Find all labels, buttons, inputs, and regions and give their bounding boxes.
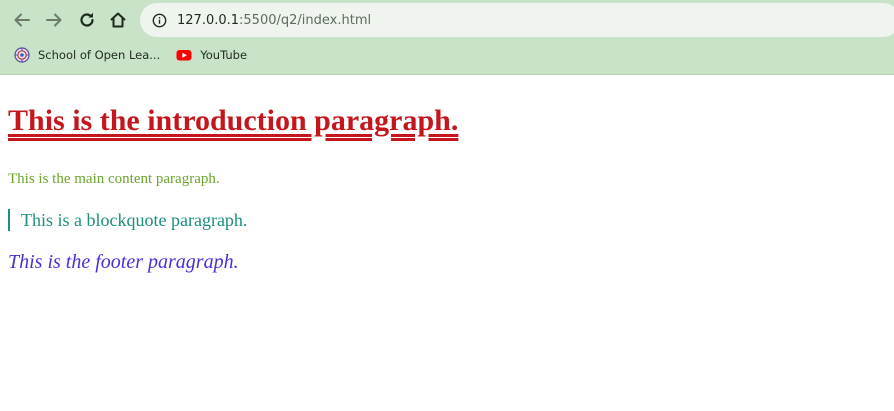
bookmark-school-of-open-learning[interactable]: School of Open Lea... [8, 44, 166, 66]
browser-toolbar: 127.0.0.1:5500/q2/index.html School of O… [0, 0, 894, 75]
school-logo-icon [14, 47, 30, 63]
home-button[interactable] [106, 8, 130, 32]
arrow-left-icon [14, 13, 30, 27]
bookmark-youtube[interactable]: YouTube [170, 44, 253, 66]
url-text[interactable]: 127.0.0.1:5500/q2/index.html [177, 13, 371, 28]
reload-button[interactable] [75, 8, 99, 32]
youtube-icon [176, 47, 192, 63]
info-icon[interactable] [151, 12, 167, 28]
bookmark-label: School of Open Lea... [38, 48, 161, 62]
back-button[interactable] [10, 8, 34, 32]
arrow-right-icon [46, 13, 62, 27]
bookmarks-bar: School of Open Lea... YouTube [0, 44, 253, 66]
page-content: This is the introduction paragraph. This… [0, 75, 894, 411]
url-host: 127.0.0.1 [177, 12, 240, 28]
home-icon [110, 12, 126, 28]
address-bar[interactable]: 127.0.0.1:5500/q2/index.html [140, 3, 894, 37]
reload-icon [80, 12, 94, 27]
main-content-paragraph: This is the main content paragraph. [8, 171, 220, 187]
blockquote-paragraph: This is a blockquote paragraph. [8, 209, 247, 231]
bookmark-label: YouTube [200, 48, 248, 62]
footer-paragraph: This is the footer paragraph. [8, 251, 239, 273]
url-path: :5500/q2/index.html [239, 12, 372, 28]
intro-paragraph: This is the introduction paragraph. [8, 104, 459, 137]
forward-button[interactable] [42, 8, 66, 32]
